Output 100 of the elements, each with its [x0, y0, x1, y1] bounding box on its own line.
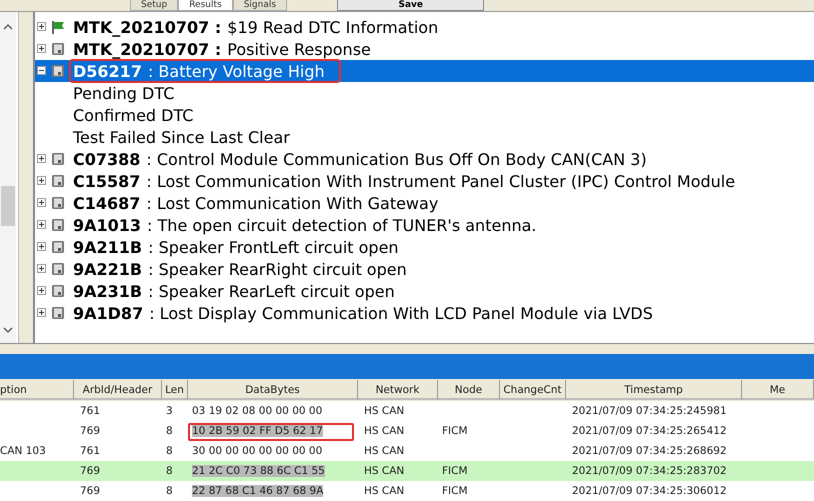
scroll-down-icon[interactable]	[3, 327, 13, 333]
dtc-description: : Lost Communication With Gateway	[146, 194, 438, 212]
tree-item[interactable]: C14687 : Lost Communication With Gateway	[35, 192, 814, 214]
tree-item[interactable]: 9A1013 : The open circuit detection of TUNER's antenna.	[35, 214, 814, 236]
expand-icon	[37, 220, 46, 229]
table-row[interactable]: 761 3 03 19 02 08 00 00 00 00 HS CAN 2021/07/09 07:34:25:245981	[0, 401, 814, 421]
expander-icon[interactable]	[37, 154, 47, 164]
column-header[interactable]: Me	[742, 380, 814, 400]
dtc-description: : Speaker FrontLeft circuit open	[148, 238, 399, 256]
expander-icon[interactable]	[37, 286, 47, 296]
column-header[interactable]: DataBytes	[188, 380, 358, 400]
table-cell: 03 19 02 08 00 00 00 00	[192, 405, 322, 417]
tree-child-item[interactable]: Confirmed DTC	[73, 106, 194, 124]
dtc-code: C14687	[73, 194, 140, 212]
column-header[interactable]: ption	[0, 380, 74, 400]
save-button[interactable]: Save	[337, 0, 484, 11]
column-header[interactable]: ArbId/Header	[74, 380, 162, 400]
dtc-code: C07388	[73, 150, 140, 168]
dtc-code: 9A211B	[73, 238, 142, 256]
tree-item[interactable]: 9A221B : Speaker RearRight circuit open	[35, 258, 814, 280]
scroll-thumb[interactable]	[1, 186, 15, 226]
tree-item[interactable]: 9A1D87 : Lost Display Communication With LCD Panel Module via LVDS	[35, 302, 814, 324]
expand-icon	[37, 242, 46, 251]
tree-item[interactable]: C07388 : Control Module Communication Bus Off On Body CAN(CAN 3)	[35, 148, 814, 170]
expand-icon	[37, 264, 46, 273]
expander-icon[interactable]	[37, 44, 47, 54]
table-row[interactable]: 769 8 21 2C C0 73 88 6C C1 55 HS CAN FICM 2021/07/09 07:34:25:283702	[0, 461, 814, 481]
dtc-code: 9A231B	[73, 282, 142, 300]
module-icon	[51, 174, 65, 188]
dtc-code: 9A1D87	[73, 304, 144, 322]
expander-icon[interactable]	[37, 242, 47, 252]
table-row[interactable]: CAN 103 761 8 30 00 00 00 00 00 00 00 HS CAN 2021/07/09 07:34:25:268692	[0, 441, 814, 461]
table-cell: FICM	[442, 425, 468, 437]
table-cell: 769	[80, 485, 100, 497]
module-icon	[51, 152, 65, 166]
table-cell: FICM	[442, 465, 468, 477]
expander-icon[interactable]	[37, 198, 47, 208]
table-cell: 8	[166, 465, 173, 477]
tab[interactable]: Results	[178, 0, 233, 11]
dtc-description: : Lost Display Communication With LCD Panel Module via LVDS	[149, 304, 653, 322]
table-cell: CAN 103	[0, 445, 46, 457]
splitter-bar[interactable]	[0, 343, 814, 354]
table-cell: HS CAN	[364, 405, 404, 417]
dtc-description: : Control Module Communication Bus Off On Body CAN(CAN 3)	[146, 150, 647, 168]
table-cell: 21 2C C0 73 88 6C C1 55	[192, 465, 325, 477]
table-cell: HS CAN	[364, 465, 404, 477]
dtc-description: : Speaker RearRight circuit open	[148, 260, 407, 278]
expand-icon	[37, 308, 46, 317]
dtc-code: MTK_20210707 :	[73, 18, 222, 36]
scrollbar[interactable]	[0, 12, 16, 343]
expander-icon[interactable]	[37, 264, 47, 274]
column-header[interactable]: ChangeCnt	[500, 380, 566, 400]
tree-item[interactable]: 9A231B : Speaker RearLeft circuit open	[35, 280, 814, 302]
tree-item[interactable]: D56217 : Battery Voltage High	[35, 60, 814, 82]
expander-icon[interactable]	[37, 22, 47, 32]
table-cell: 10 2B 59 02 FF D5 62 17	[192, 425, 323, 437]
expander-icon[interactable]	[37, 176, 47, 186]
column-header[interactable]: Node	[438, 380, 500, 400]
column-header[interactable]: Timestamp	[566, 380, 742, 400]
table-cell: 2021/07/09 07:34:25:306012	[572, 485, 727, 497]
module-icon	[51, 240, 65, 254]
tree-child-item[interactable]: Pending DTC	[73, 84, 174, 102]
tree-child-item[interactable]: Test Failed Since Last Clear	[73, 128, 290, 146]
table-cell: FICM	[442, 485, 468, 497]
expander-icon[interactable]	[37, 66, 47, 76]
expand-icon	[37, 286, 46, 295]
module-icon	[51, 262, 65, 276]
dtc-code: MTK_20210707 :	[73, 40, 222, 58]
expander-icon[interactable]	[37, 308, 47, 318]
expand-icon	[37, 44, 46, 53]
expand-icon	[37, 198, 46, 207]
module-icon	[51, 196, 65, 210]
dtc-code: 9A221B	[73, 260, 142, 278]
table-row[interactable]: 769 8 10 2B 59 02 FF D5 62 17 HS CAN FICM 2021/07/09 07:34:25:265412	[0, 421, 814, 441]
tree-item[interactable]: 9A211B : Speaker FrontLeft circuit open	[35, 236, 814, 258]
dtc-description: Positive Response	[227, 40, 371, 58]
dtc-code: C15587	[73, 172, 140, 190]
table-cell: 8	[166, 425, 173, 437]
table-cell: 761	[80, 405, 100, 417]
column-header[interactable]: Len	[162, 380, 188, 400]
expander-icon[interactable]	[37, 220, 47, 230]
table-row[interactable]: 769 8 22 87 68 C1 46 87 68 9A HS CAN FICM 2021/07/09 07:34:25:306012	[0, 481, 814, 501]
dtc-description: : Lost Communication With Instrument Panel Cluster (IPC) Control Module	[146, 172, 736, 190]
scroll-up-icon[interactable]	[3, 24, 13, 30]
table-cell: 22 87 68 C1 46 87 68 9A	[192, 485, 324, 497]
table-cell: HS CAN	[364, 445, 404, 457]
table-cell: 2021/07/09 07:34:25:283702	[572, 465, 727, 477]
tree-item[interactable]: C15587 : Lost Communication With Instrument Panel Cluster (IPC) Control Module	[35, 170, 814, 192]
module-icon	[51, 42, 65, 56]
expand-icon	[37, 154, 46, 163]
table-cell: HS CAN	[364, 485, 404, 497]
dtc-description: : Speaker RearLeft circuit open	[148, 282, 395, 300]
column-header[interactable]: Network	[358, 380, 438, 400]
tree-item[interactable]: MTK_20210707 : $19 Read DTC Information	[35, 16, 814, 38]
tree-item[interactable]: MTK_20210707 : Positive Response	[35, 38, 814, 60]
flag-icon	[51, 20, 65, 34]
tab[interactable]: Setup	[130, 0, 178, 11]
table-cell: HS CAN	[364, 425, 404, 437]
tab[interactable]: Signals	[232, 0, 288, 11]
module-icon	[51, 218, 65, 232]
